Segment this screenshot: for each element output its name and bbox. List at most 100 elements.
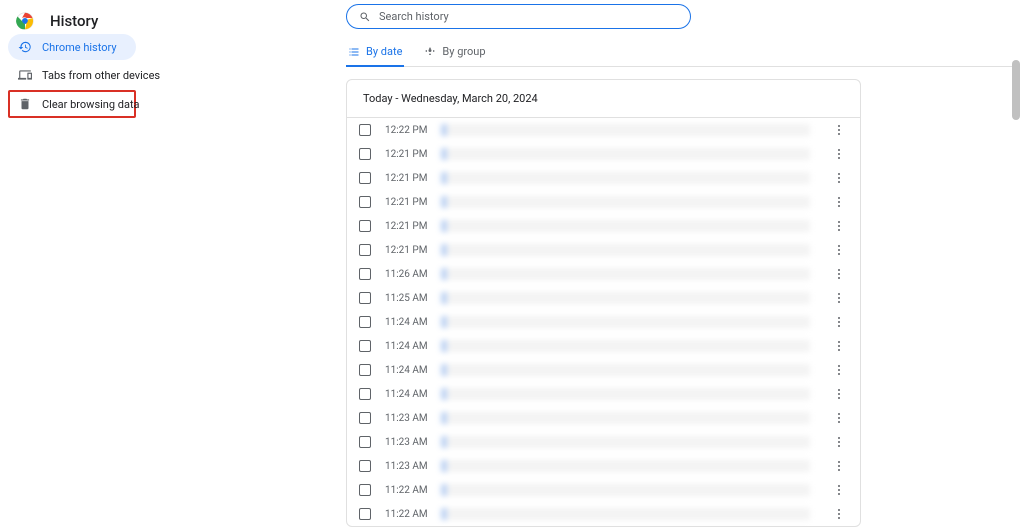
tab-label: By date: [366, 45, 402, 58]
entry-title-blurred: [441, 172, 810, 184]
dots-vertical-icon: [838, 345, 840, 347]
entry-more-button[interactable]: [830, 265, 848, 283]
entry-time: 11:25 AM: [385, 293, 433, 304]
entry-checkbox[interactable]: [359, 196, 371, 208]
entry-time: 12:21 PM: [385, 221, 433, 232]
sidebar-item-label: Chrome history: [42, 41, 117, 54]
history-entry[interactable]: 12:22 PM: [347, 118, 860, 142]
main-content: By date By group Today - Wednesday, Marc…: [346, 4, 1014, 508]
entry-title-blurred: [441, 196, 810, 208]
sidebar-item-label: Tabs from other devices: [42, 69, 160, 82]
entry-checkbox[interactable]: [359, 172, 371, 184]
sidebar-item-chrome-history[interactable]: Chrome history: [8, 34, 136, 60]
history-card: Today - Wednesday, March 20, 2024 12:22 …: [346, 79, 861, 527]
dots-vertical-icon: [838, 225, 840, 227]
dots-vertical-icon: [838, 489, 840, 491]
entry-more-button[interactable]: [830, 313, 848, 331]
list-icon: [348, 46, 360, 58]
dots-vertical-icon: [838, 513, 840, 515]
search-input[interactable]: [379, 10, 678, 23]
entry-more-button[interactable]: [830, 481, 848, 499]
entry-time: 12:21 PM: [385, 245, 433, 256]
entry-more-button[interactable]: [830, 385, 848, 403]
entry-time: 11:23 AM: [385, 437, 433, 448]
entry-more-button[interactable]: [830, 457, 848, 475]
entry-checkbox[interactable]: [359, 124, 371, 136]
search-container[interactable]: [346, 4, 691, 29]
entry-more-button[interactable]: [830, 433, 848, 451]
entry-more-button[interactable]: [830, 217, 848, 235]
entry-time: 12:21 PM: [385, 197, 433, 208]
entry-title-blurred: [441, 508, 810, 520]
entry-checkbox[interactable]: [359, 460, 371, 472]
entry-more-button[interactable]: [830, 169, 848, 187]
entry-time: 11:24 AM: [385, 341, 433, 352]
history-entry[interactable]: 11:24 AM: [347, 310, 860, 334]
sidebar-item-label: Clear browsing data: [42, 98, 140, 111]
entry-checkbox[interactable]: [359, 436, 371, 448]
entry-title-blurred: [441, 268, 810, 280]
history-entry[interactable]: 12:21 PM: [347, 238, 860, 262]
dots-vertical-icon: [838, 441, 840, 443]
entry-checkbox[interactable]: [359, 316, 371, 328]
history-entry[interactable]: 11:23 AM: [347, 430, 860, 454]
history-entry[interactable]: 12:21 PM: [347, 214, 860, 238]
entry-title-blurred: [441, 388, 810, 400]
history-entry[interactable]: 12:21 PM: [347, 142, 860, 166]
entry-checkbox[interactable]: [359, 412, 371, 424]
entry-time: 11:24 AM: [385, 365, 433, 376]
dots-vertical-icon: [838, 177, 840, 179]
sidebar: Chrome history Tabs from other devices C…: [8, 34, 136, 120]
entry-time: 11:22 AM: [385, 509, 433, 520]
entry-time: 11:26 AM: [385, 269, 433, 280]
entry-more-button[interactable]: [830, 361, 848, 379]
history-entry[interactable]: 11:24 AM: [347, 358, 860, 382]
sidebar-item-clear-data[interactable]: Clear browsing data: [8, 90, 136, 118]
history-entry[interactable]: 11:24 AM: [347, 334, 860, 358]
history-entry[interactable]: 11:25 AM: [347, 286, 860, 310]
entry-time: 11:24 AM: [385, 317, 433, 328]
history-entry[interactable]: 11:24 AM: [347, 382, 860, 406]
dots-vertical-icon: [838, 297, 840, 299]
history-entry[interactable]: 11:22 AM: [347, 502, 860, 526]
history-entry[interactable]: 11:23 AM: [347, 406, 860, 430]
entry-checkbox[interactable]: [359, 364, 371, 376]
entry-checkbox[interactable]: [359, 292, 371, 304]
entry-checkbox[interactable]: [359, 340, 371, 352]
tab-label: By group: [442, 45, 485, 58]
entry-checkbox[interactable]: [359, 508, 371, 520]
history-entry[interactable]: 12:21 PM: [347, 190, 860, 214]
history-entry[interactable]: 11:22 AM: [347, 478, 860, 502]
history-icon: [18, 40, 32, 54]
entry-time: 11:22 AM: [385, 485, 433, 496]
history-entry[interactable]: 12:21 PM: [347, 166, 860, 190]
entry-more-button[interactable]: [830, 121, 848, 139]
entry-more-button[interactable]: [830, 145, 848, 163]
entry-checkbox[interactable]: [359, 244, 371, 256]
tab-by-group[interactable]: By group: [422, 41, 487, 66]
history-entry[interactable]: 11:23 AM: [347, 454, 860, 478]
history-entry[interactable]: 11:26 AM: [347, 262, 860, 286]
sidebar-item-tabs-devices[interactable]: Tabs from other devices: [8, 62, 136, 88]
entry-checkbox[interactable]: [359, 268, 371, 280]
entry-title-blurred: [441, 412, 810, 424]
scrollbar-thumb[interactable]: [1012, 60, 1020, 120]
dots-vertical-icon: [838, 369, 840, 371]
entry-time: 12:21 PM: [385, 173, 433, 184]
entry-more-button[interactable]: [830, 193, 848, 211]
entry-title-blurred: [441, 148, 810, 160]
dots-vertical-icon: [838, 153, 840, 155]
entry-title-blurred: [441, 436, 810, 448]
tab-by-date[interactable]: By date: [346, 41, 404, 66]
dots-vertical-icon: [838, 201, 840, 203]
entry-more-button[interactable]: [830, 409, 848, 427]
entry-checkbox[interactable]: [359, 220, 371, 232]
entry-checkbox[interactable]: [359, 484, 371, 496]
entry-more-button[interactable]: [830, 337, 848, 355]
entry-more-button[interactable]: [830, 241, 848, 259]
entry-title-blurred: [441, 364, 810, 376]
entry-checkbox[interactable]: [359, 388, 371, 400]
entry-title-blurred: [441, 124, 810, 136]
entry-checkbox[interactable]: [359, 148, 371, 160]
entry-more-button[interactable]: [830, 289, 848, 307]
